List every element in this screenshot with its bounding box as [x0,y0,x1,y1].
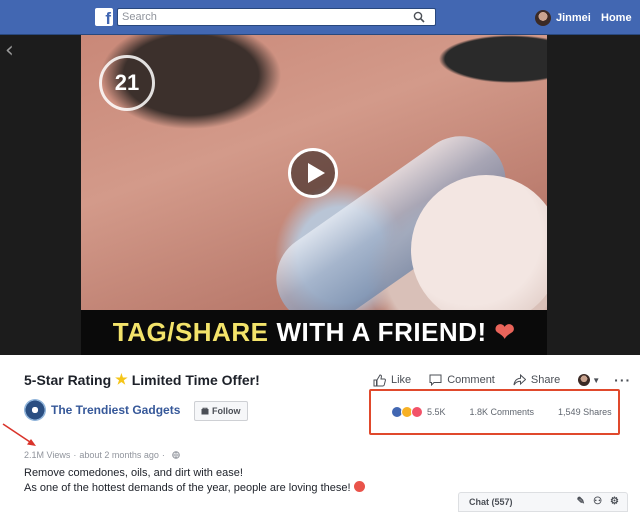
search-box[interactable] [117,8,436,26]
chat-controls: ✎ ⚇ ⚙ [569,496,619,507]
thumbs-up-icon [373,373,386,386]
like-button[interactable]: Like [373,373,412,387]
like-label: Like [391,374,412,386]
post-title: 5-Star Rating ★ Limited Time Offer! [24,371,260,388]
chat-bar[interactable]: Chat (557) ✎ ⚇ ⚙ [458,492,628,512]
post-title-part2: Limited Time Offer! [131,371,260,388]
comment-label: Comment [447,374,495,386]
comment-button[interactable]: Comment [429,374,495,386]
engagement-stats: 5.5K 1.8K Comments 1,549 Shares [369,389,620,435]
video-frame[interactable]: 21 TAG/SHARE WITH A FRIEND! ❤ [81,35,547,355]
facebook-logo[interactable]: f [95,8,113,26]
follow-label: Follow [212,406,241,416]
star-icon: ★ [115,371,128,387]
post-timestamp[interactable]: about 2 months ago [79,450,159,460]
page-name[interactable]: The Trendiest Gadgets [51,403,180,417]
post-title-part1: 5-Star Rating [24,371,112,388]
separator: · [161,450,165,460]
page-link[interactable]: The Trendiest Gadgets [24,399,180,421]
avatar [578,374,591,386]
heart-icon: ❤ [494,319,516,346]
search-input[interactable] [122,9,402,25]
channel-logo: 21 [99,55,155,111]
video-player[interactable]: ‹ 21 TAG/SHARE WITH A FRIEND! ❤ [0,35,640,355]
separator: · [73,450,77,460]
caret-down-icon: ▼ [592,375,601,385]
views-count: 2.1M Views [24,450,71,460]
post-description-line: Remove comedones, oils, and dirt with ea… [24,467,243,479]
globe-icon [172,451,180,459]
share-icon [513,374,526,386]
top-navigation-bar: f Jinmei Home [0,0,640,35]
page-avatar[interactable] [24,399,46,421]
shares-count[interactable]: 1,549 Shares [558,407,612,417]
video-content-cap [411,175,547,325]
play-icon [308,163,325,183]
caption-text: WITH A FRIEND! [276,317,487,347]
laughing-emoji-icon [353,481,365,492]
group-icon[interactable]: ⚇ [593,496,602,507]
gear-icon[interactable]: ⚙ [610,496,619,507]
compose-icon[interactable]: ✎ [577,496,585,507]
home-link[interactable]: Home [601,12,632,24]
follow-button[interactable]: Follow [194,401,248,421]
share-button[interactable]: Share [513,374,560,386]
love-reaction-icon [411,406,423,418]
reaction-count[interactable]: 5.5K [427,407,446,417]
video-caption: TAG/SHARE WITH A FRIEND! ❤ [81,310,547,355]
caption-highlight-text: TAG/SHARE [112,317,269,347]
play-button[interactable] [288,148,338,198]
profile-link[interactable]: Jinmei [535,9,591,27]
chevron-left-icon[interactable]: ‹ [5,38,14,63]
more-options-icon[interactable]: ··· [614,372,631,388]
reactions-summary[interactable]: 5.5K [391,406,446,418]
avatar[interactable] [535,10,551,26]
post-description-line: As one of the hottest demands of the yea… [24,481,365,494]
audience-selector[interactable]: ▼ [578,374,600,386]
post-description-text: As one of the hottest demands of the yea… [24,482,351,494]
post-actions: Like Comment Share ▼ ··· [373,372,631,388]
share-label: Share [530,374,561,386]
comments-count[interactable]: 1.8K Comments [470,407,535,417]
follow-icon [201,407,209,415]
annotation-arrow-icon [2,423,36,446]
comment-icon [429,374,442,386]
post-meta: 2.1M Views · about 2 months ago · [24,450,180,460]
search-icon[interactable] [413,11,425,23]
profile-name[interactable]: Jinmei [556,12,591,24]
